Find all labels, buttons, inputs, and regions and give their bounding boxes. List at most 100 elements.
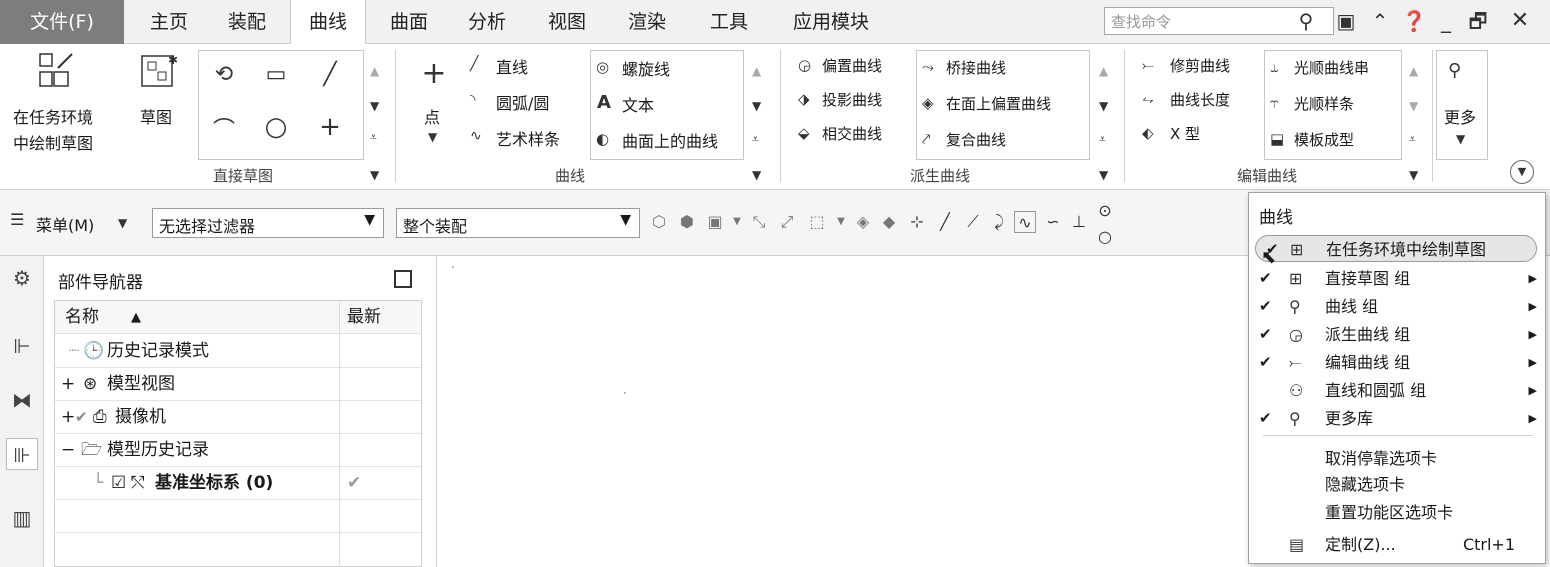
curve-arc-button[interactable]: 圆弧/圆	[496, 90, 549, 114]
tab-file[interactable]: 文件(F)	[0, 0, 124, 44]
composite-curve-button[interactable]: 复合曲线	[946, 129, 1006, 150]
table-row[interactable]: └ ☑ ⤲ 基准坐标系 (0) ✔	[55, 467, 421, 500]
center-snap-icon[interactable]: ⊙	[1094, 200, 1116, 222]
curve-snap-icon[interactable]: ⤸	[988, 211, 1010, 233]
column-header-name[interactable]: 名称	[65, 301, 99, 334]
sketch-label[interactable]: 草图	[140, 104, 172, 128]
help-icon[interactable]: ❓	[1400, 6, 1428, 36]
circle-snap-icon[interactable]: ○	[1094, 226, 1116, 248]
edit-scroll-up-icon[interactable]: ▲	[1409, 64, 1418, 78]
select-edge-icon[interactable]: ⤡	[748, 211, 770, 233]
select-vertex-icon[interactable]: ⤢	[776, 211, 798, 233]
popup-item-line-arc-group[interactable]: ⚇ 直线和圆弧 组 ▶	[1249, 377, 1545, 404]
table-row[interactable]: + ⊛ 模型视图	[55, 368, 421, 401]
arc-icon[interactable]: ⌒	[208, 112, 240, 144]
more-icon[interactable]: ⚲	[1448, 60, 1461, 81]
bridge-curve-button[interactable]: 桥接曲线	[946, 57, 1006, 78]
wave-snap-icon[interactable]: ∽	[1042, 211, 1064, 233]
direct-sketch-group-dropdown[interactable]: ▼	[370, 168, 379, 182]
intersect-curve-button[interactable]: 相交曲线	[822, 123, 882, 144]
edit-group-dropdown[interactable]: ▼	[1409, 168, 1418, 182]
curve-spline-button[interactable]: 艺术样条	[496, 126, 560, 150]
edit-scroll-down-icon[interactable]: ▼	[1409, 99, 1418, 113]
profile-icon[interactable]: ⟲	[208, 62, 240, 94]
select-solid-icon[interactable]: ◈	[852, 211, 874, 233]
select-feature-icon[interactable]: ⬡	[648, 211, 670, 233]
line-icon[interactable]: ╱	[314, 62, 346, 94]
checkbox-checked-icon[interactable]: ☑	[111, 467, 126, 500]
point-plus-icon[interactable]: +	[314, 112, 346, 144]
constraint-navigator-icon[interactable]: ⧓	[6, 384, 38, 416]
curve-gallery-expand-icon[interactable]: ⩡	[752, 132, 759, 147]
curve-length-button[interactable]: 曲线长度	[1170, 89, 1230, 110]
point-dropdown[interactable]: ▼	[428, 130, 437, 144]
x-form-button[interactable]: X 型	[1170, 123, 1200, 144]
smooth-spline-button[interactable]: 光顺样条	[1294, 93, 1354, 114]
collapse-icon[interactable]: −	[61, 434, 75, 467]
gear-icon[interactable]: ⚙	[6, 262, 38, 294]
offset-in-face-button[interactable]: 在面上偏置曲线	[946, 93, 1051, 114]
derived-group-dropdown[interactable]: ▼	[1099, 168, 1108, 182]
curve-on-surface-button[interactable]: 曲面上的曲线	[622, 128, 718, 152]
trim-curve-button[interactable]: 修剪曲线	[1170, 55, 1230, 76]
tab-view[interactable]: 视图	[532, 0, 602, 44]
minimize-icon[interactable]: _	[1432, 6, 1460, 36]
maximize-icon[interactable]	[394, 270, 412, 288]
sketch-in-task-label-line1[interactable]: 在任务环境	[13, 104, 93, 128]
expand-icon[interactable]: +	[61, 401, 75, 434]
assembly-navigator-icon[interactable]: ⊩	[6, 330, 38, 362]
menu-dropdown[interactable]: ▼	[118, 216, 127, 230]
rectangle-select-icon[interactable]: ⬚	[806, 211, 828, 233]
curve-scroll-down-icon[interactable]: ▼	[752, 99, 761, 113]
midpoint-snap-icon[interactable]: ⟋	[962, 211, 984, 233]
search-icon[interactable]: ⚲	[1292, 6, 1320, 36]
tab-render[interactable]: 渲染	[612, 0, 682, 44]
popup-item-curve-group[interactable]: ✔ ⚲ 曲线 组 ▶	[1249, 293, 1545, 320]
tab-analysis[interactable]: 分析	[452, 0, 522, 44]
collapse-ribbon-icon[interactable]: ⌃	[1366, 6, 1394, 36]
curve-line-button[interactable]: 直线	[496, 54, 528, 78]
popup-item-undock-tab[interactable]: 取消停靠选项卡	[1249, 445, 1545, 472]
point-icon[interactable]: +	[418, 56, 450, 91]
scope-select[interactable]: 整个装配 ▼	[396, 208, 640, 238]
template-shape-button[interactable]: 模板成型	[1294, 129, 1354, 150]
tab-tools[interactable]: 工具	[694, 0, 764, 44]
rectangle-select-dropdown[interactable]: ▼	[830, 211, 852, 233]
derived-scroll-up-icon[interactable]: ▲	[1099, 64, 1108, 78]
popup-item-hide-tab[interactable]: 隐藏选项卡	[1249, 471, 1545, 498]
spline-snap-icon[interactable]: ∿	[1014, 211, 1036, 233]
close-icon[interactable]: ✕	[1506, 6, 1534, 36]
intersection-snap-icon[interactable]: ⊥	[1068, 211, 1090, 233]
expand-icon[interactable]: +	[61, 368, 75, 401]
more-button[interactable]: 更多	[1444, 104, 1476, 128]
offset-curve-button[interactable]: 偏置曲线	[822, 55, 882, 76]
edit-gallery-expand-icon[interactable]: ⩡	[1409, 132, 1416, 147]
circle-icon[interactable]: ○	[260, 112, 292, 144]
popup-item-customize[interactable]: ▤ 定制(Z)... Ctrl+1	[1249, 531, 1545, 558]
window-list-icon[interactable]: ▣	[1332, 6, 1360, 36]
point-label[interactable]: 点	[424, 104, 440, 128]
reuse-library-icon[interactable]: ▥	[6, 502, 38, 534]
select-face-icon[interactable]: ▣	[704, 211, 726, 233]
popup-item-reset-ribbon-tab[interactable]: 重置功能区选项卡	[1249, 499, 1545, 526]
select-sheet-icon[interactable]: ◆	[878, 211, 900, 233]
sketch-in-task-label-line2[interactable]: 中绘制草图	[13, 130, 93, 154]
table-row[interactable]: + ✔ ⎙ 摄像机	[55, 401, 421, 434]
smooth-curve-string-button[interactable]: 光顺曲线串	[1294, 57, 1369, 78]
selection-filter-select[interactable]: 无选择过滤器 ▼	[152, 208, 384, 238]
more-dropdown[interactable]: ▼	[1456, 132, 1465, 146]
derived-scroll-down-icon[interactable]: ▼	[1099, 99, 1108, 113]
line-snap-icon[interactable]: ╱	[934, 211, 956, 233]
column-header-latest[interactable]: 最新	[347, 301, 381, 334]
text-button[interactable]: 文本	[622, 92, 654, 116]
sort-asc-icon[interactable]: ▲	[131, 301, 141, 334]
menu-button[interactable]: 菜单(M)	[36, 212, 94, 236]
gallery-expand-icon[interactable]: ⩡	[370, 130, 377, 145]
popup-item-more-gallery[interactable]: ✔ ⚲ 更多库 ▶	[1249, 405, 1545, 432]
table-row[interactable]: − 🗁 模型历史记录	[55, 434, 421, 467]
sketch-icon[interactable]: ✱	[138, 52, 182, 92]
snap-icon[interactable]: ⊹	[906, 211, 928, 233]
face-dropdown[interactable]: ▼	[726, 211, 748, 233]
tab-curve[interactable]: 曲线	[290, 0, 366, 46]
popup-item-derived-curve-group[interactable]: ✔ ◶ 派生曲线 组 ▶	[1249, 321, 1545, 348]
